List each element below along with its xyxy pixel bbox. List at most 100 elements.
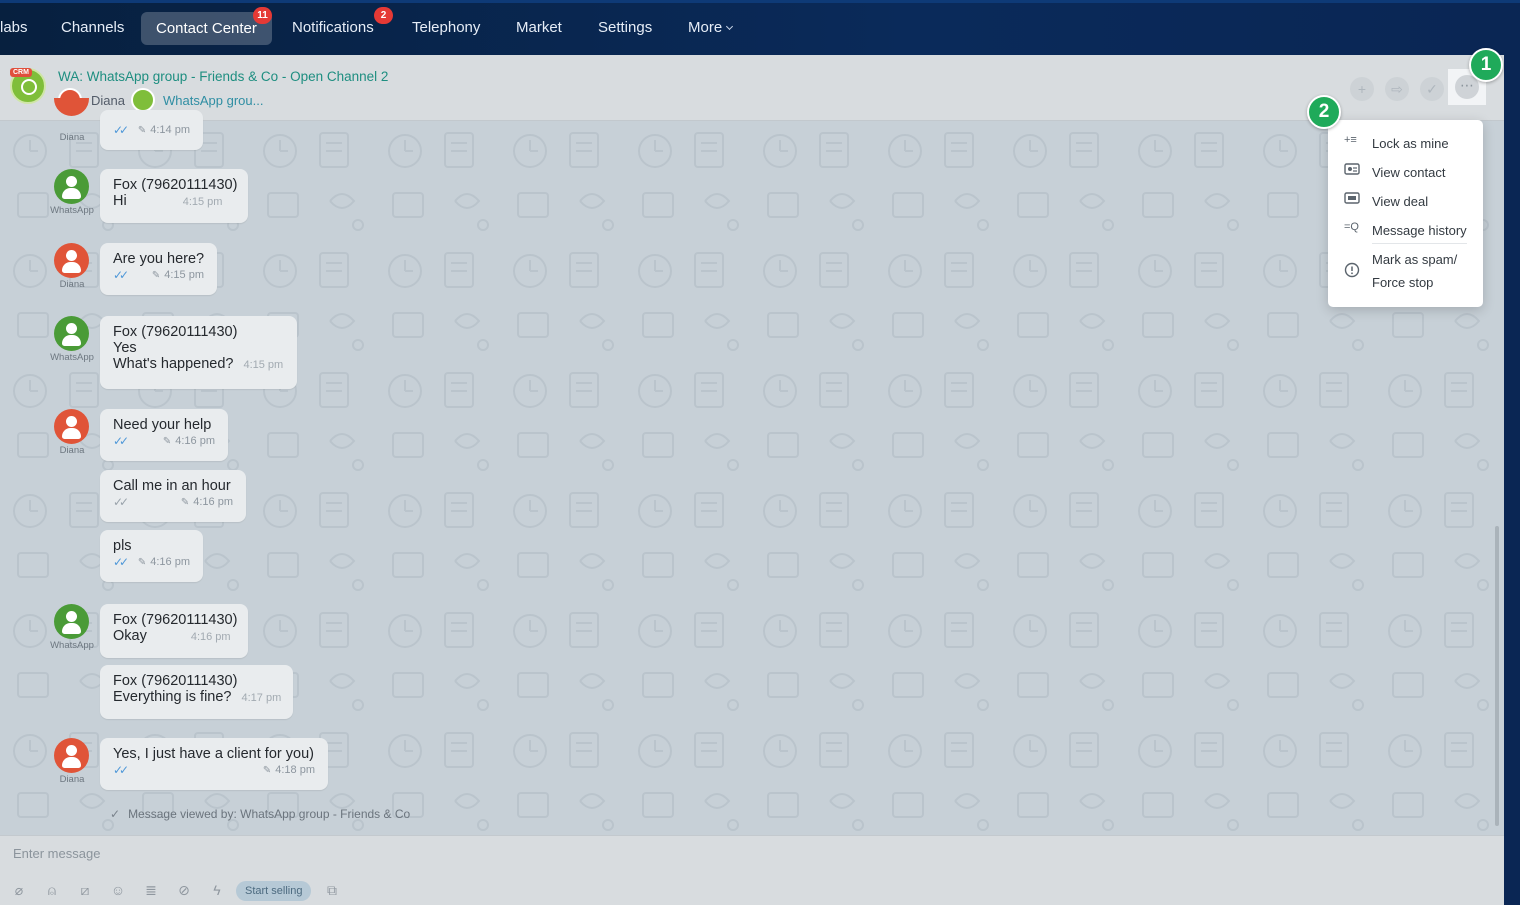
whatsapp-avatar[interactable]: [54, 169, 89, 204]
message-time: 4:14 pm: [150, 124, 190, 136]
crm-chat-avatar[interactable]: CRM: [10, 68, 46, 104]
edited-pencil-icon: ✎: [162, 436, 172, 447]
channel-link[interactable]: WhatsApp grou...: [163, 93, 263, 108]
diana-avatar[interactable]: [54, 243, 89, 278]
message-bubble[interactable]: Yes, I just have a client for you) ✓✓ ✎ 4:…: [100, 738, 328, 790]
message-time: 4:17 pm: [241, 692, 282, 704]
whatsapp-avatar[interactable]: [54, 604, 89, 639]
person-body: [62, 188, 81, 199]
message-text: Call me in an hour: [113, 478, 231, 494]
message-bubble[interactable]: ✓✓ ✎ 4:14 pm: [100, 110, 203, 150]
message-bubble[interactable]: Fox (79620111430) Yes What's happened? 4:…: [100, 316, 297, 389]
menu-item-view-deal[interactable]: View deal: [1328, 188, 1483, 214]
message-text: Need your help: [113, 417, 212, 433]
message-time: 4:16 pm: [150, 556, 190, 568]
nav-item-market[interactable]: Market: [516, 19, 562, 36]
nav-item-more[interactable]: More: [688, 19, 734, 36]
message-input[interactable]: Enter message: [13, 846, 100, 861]
message-text: What's happened? 4:15 pm: [113, 356, 284, 372]
person-icon: [66, 250, 77, 261]
attach-icon[interactable]: ⌀: [10, 881, 28, 899]
message-text: Yes, I just have a client for you): [113, 746, 314, 762]
nav-item-label: Contact Center: [156, 20, 257, 37]
whatsapp-avatar[interactable]: [54, 316, 89, 351]
crm-label: CRM: [10, 68, 32, 77]
read-checks-icon: ✓✓: [113, 555, 129, 569]
chat-header: CRM WA: WhatsApp group - Friends & Co - …: [0, 55, 1504, 121]
message-line: Hi: [113, 193, 127, 209]
menu-item-label: Lock as mine: [1372, 136, 1449, 151]
menu-item-label: View contact: [1372, 165, 1446, 180]
smile-icon[interactable]: ☺: [109, 881, 127, 899]
message-bubble[interactable]: Fox (79620111430) Hi 4:15 pm: [100, 169, 248, 223]
operator-name[interactable]: Diana: [91, 93, 125, 108]
person-icon: [66, 745, 77, 756]
transfer-button[interactable]: ⇨: [1385, 77, 1409, 101]
message-line: Everything is fine?: [113, 689, 232, 705]
notifications-badge: 2: [374, 7, 393, 24]
message-bubble[interactable]: Fox (79620111430) Everything is fine? 4:1…: [100, 665, 293, 719]
menu-item-label: Message history: [1372, 223, 1467, 238]
check-icon: ✓: [110, 807, 121, 821]
add-user-button[interactable]: +: [1350, 77, 1374, 101]
callout-marker-2: 2: [1307, 95, 1341, 129]
lightning-icon[interactable]: ϟ: [208, 881, 226, 899]
message-meta: ✓✓ ✎ 4:16 pm: [113, 494, 233, 514]
diana-avatar[interactable]: [54, 738, 89, 773]
person-body: [62, 428, 81, 439]
message-bubble[interactable]: Need your help ✓✓ ✎ 4:16 pm: [100, 409, 228, 461]
person-icon: [66, 611, 77, 622]
chat-window-icon[interactable]: ⧉: [323, 881, 341, 899]
user-icon[interactable]: ⍝: [43, 881, 61, 899]
nav-item-channels[interactable]: Channels: [61, 19, 124, 36]
diana-avatar[interactable]: [54, 409, 89, 444]
quick-answers-icon[interactable]: ⧄: [76, 881, 94, 899]
message-sender: Fox (79620111430): [113, 612, 238, 628]
start-selling-button[interactable]: Start selling: [236, 881, 312, 901]
message-bubble[interactable]: Are you here? ✓✓ ✎ 4:15 pm: [100, 243, 217, 295]
scrollbar-thumb[interactable]: [1495, 526, 1499, 826]
hide-icon[interactable]: ⊘: [175, 881, 193, 899]
channel-avatar[interactable]: [131, 88, 155, 112]
message-input-area: Enter message ⌀ ⍝ ⧄ ☺ ≣ ⊘ ϟ Start sellin…: [0, 835, 1504, 905]
menu-item-view-contact[interactable]: View contact: [1328, 159, 1483, 185]
message-sender: Fox (79620111430): [113, 177, 238, 193]
avatar-label: Diana: [59, 279, 85, 290]
message-bubble[interactable]: pls ✓✓ ✎ 4:16 pm: [100, 530, 203, 582]
message-text: Everything is fine? 4:17 pm: [113, 689, 282, 705]
person-body: [62, 757, 81, 768]
edited-pencil-icon: ✎: [137, 125, 147, 136]
menu-item-mark-as-spam[interactable]: Mark as spam/ Force stop: [1328, 248, 1483, 298]
chat-window: CRM WA: WhatsApp group - Friends & Co - …: [0, 55, 1504, 905]
menu-item-label: Mark as spam/: [1372, 252, 1458, 267]
finish-dialog-button[interactable]: ✓: [1420, 77, 1444, 101]
nav-item-settings[interactable]: Settings: [598, 19, 652, 36]
avatar-label: WhatsApp: [50, 640, 94, 651]
message-bubble[interactable]: Fox (79620111430) Okay 4:16 pm: [100, 604, 248, 658]
message-bubble[interactable]: Call me in an hour ✓✓ ✎ 4:16 pm: [100, 470, 246, 522]
message-meta: ✓✓ ✎ 4:16 pm: [113, 554, 190, 574]
edited-pencil-icon: ✎: [180, 497, 190, 508]
message-meta: ✓✓ ✎ 4:16 pm: [113, 433, 215, 453]
person-body: [62, 335, 81, 346]
chat-scrollbar[interactable]: [1490, 121, 1502, 835]
nav-item-notifications[interactable]: Notifications: [292, 19, 374, 36]
message-time: 4:15 pm: [182, 196, 223, 208]
message-time: 4:15 pm: [164, 269, 204, 281]
nav-item-labs[interactable]: labs: [0, 19, 28, 36]
menu-item-label: View deal: [1372, 194, 1429, 209]
menu-separator: [1372, 243, 1467, 244]
chat-title[interactable]: WA: WhatsApp group - Friends & Co - Open…: [58, 69, 388, 84]
message-text: Yes: [113, 340, 137, 356]
read-checks-icon: ✓✓: [113, 434, 129, 448]
template-icon[interactable]: ≣: [142, 881, 160, 899]
nav-item-label: More: [688, 19, 723, 36]
person-icon: [66, 323, 77, 334]
contact-card-icon: [1344, 163, 1362, 177]
nav-item-telephony[interactable]: Telephony: [412, 19, 480, 36]
history-search-icon: =Q: [1344, 221, 1359, 233]
message-time: 4:15 pm: [243, 359, 284, 371]
message-meta: ✓✓ ✎ 4:18 pm: [113, 762, 315, 782]
menu-item-lock-as-mine[interactable]: +≡ Lock as mine: [1328, 130, 1483, 156]
menu-item-message-history[interactable]: =Q Message history: [1328, 217, 1483, 243]
